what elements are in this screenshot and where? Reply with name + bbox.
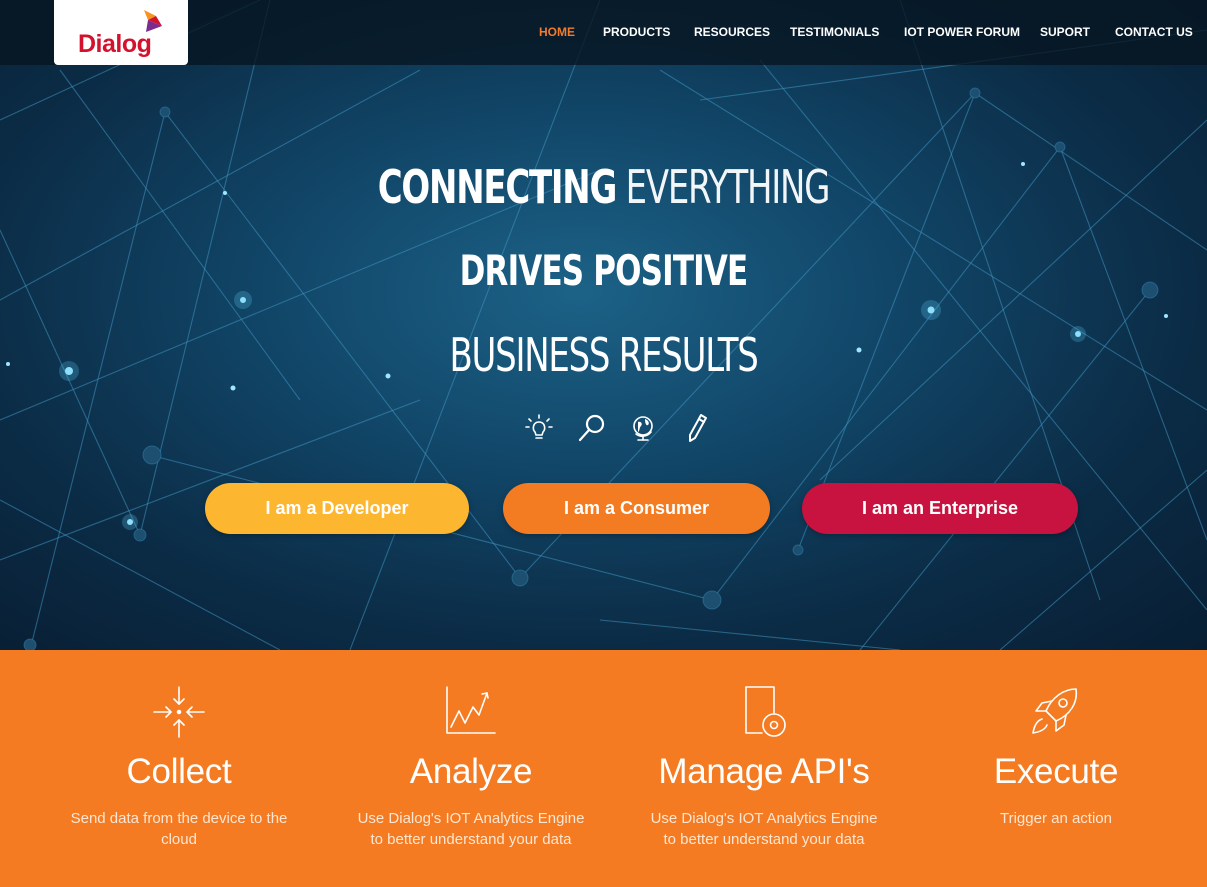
network-background xyxy=(0,0,1207,650)
nav-contact-us[interactable]: CONTACT US xyxy=(1115,25,1193,39)
lightbulb-icon xyxy=(525,414,553,439)
feature-manage-apis: Manage API's Use Dialog's IOT Analytics … xyxy=(644,650,884,887)
hero-section: CONNECTING EVERYTHING DRIVES POSITIVE BU… xyxy=(0,0,1207,650)
nav-products[interactable]: PRODUCTS xyxy=(603,25,670,39)
globe-icon xyxy=(633,416,653,441)
nav-testimonials[interactable]: TESTIMONIALS xyxy=(790,25,879,39)
features-section: Collect Send data from the device to the… xyxy=(0,650,1207,887)
magnifier-icon xyxy=(578,414,605,442)
feature-desc-line-2: to better understand your data xyxy=(370,831,572,848)
nav-resources[interactable]: RESOURCES xyxy=(694,25,770,39)
feature-desc-line-1: Use Dialog's IOT Analytics Engine xyxy=(357,810,585,827)
api-device-icon xyxy=(745,686,786,737)
line-chart-icon xyxy=(446,686,496,734)
feature-analyze: Analyze Use Dialog's IOT Analytics Engin… xyxy=(351,650,591,887)
feature-desc-line-2: cloud xyxy=(161,831,197,848)
headline-strong: CONNECTING xyxy=(377,160,618,214)
feature-desc-line-1: Use Dialog's IOT Analytics Engine xyxy=(650,810,878,827)
nav-iot-power-forum[interactable]: IOT POWER FORUM xyxy=(904,25,1020,39)
headline-line-1: CONNECTING EVERYTHING xyxy=(109,160,1099,214)
top-navigation-bar: Dialog HOME PRODUCTS RESOURCES TESTIMONI… xyxy=(0,0,1207,65)
feature-execute: Execute Trigger an action xyxy=(936,650,1176,887)
pencil-icon xyxy=(689,414,707,442)
feature-title: Collect xyxy=(126,752,232,791)
dialog-wordmark: Dialog xyxy=(78,30,152,58)
consumer-button[interactable]: I am a Consumer xyxy=(503,483,770,534)
feature-collect: Collect Send data from the device to the… xyxy=(59,650,299,887)
feature-title: Manage API's xyxy=(658,752,870,791)
enterprise-button[interactable]: I am an Enterprise xyxy=(802,483,1078,534)
feature-desc-line-2: to better understand your data xyxy=(663,831,865,848)
feature-description: Trigger an action xyxy=(936,808,1176,829)
developer-button[interactable]: I am a Developer xyxy=(205,483,469,534)
nav-home[interactable]: HOME xyxy=(539,25,575,39)
feature-title: Execute xyxy=(993,752,1119,791)
feature-desc-line-1: Send data from the device to the xyxy=(70,810,288,827)
feature-desc-line-1: Trigger an action xyxy=(999,810,1112,827)
feature-title: Analyze xyxy=(409,752,533,791)
headline-thin: EVERYTHING xyxy=(625,160,831,214)
feature-description: Send data from the device to the cloud xyxy=(59,808,299,850)
hero-icon-row xyxy=(522,413,712,445)
headline-line-3: BUSINESS RESULTS xyxy=(449,328,758,382)
collect-arrows-icon xyxy=(153,686,205,738)
headline-line-2: DRIVES POSITIVE xyxy=(459,246,749,295)
feature-description: Use Dialog's IOT Analytics Engine to bet… xyxy=(351,808,591,850)
feature-description: Use Dialog's IOT Analytics Engine to bet… xyxy=(644,808,884,850)
rocket-icon xyxy=(1032,688,1078,734)
nav-support[interactable]: SUPORT xyxy=(1040,25,1090,39)
dialog-logo[interactable]: Dialog xyxy=(54,0,188,65)
